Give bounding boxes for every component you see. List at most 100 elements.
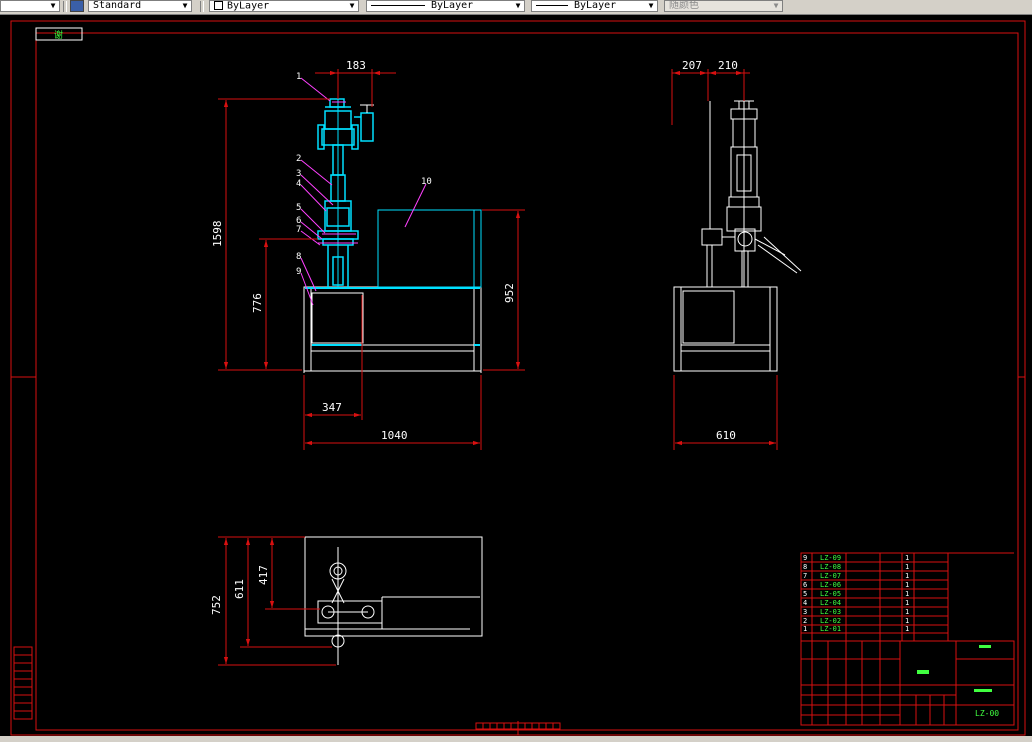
part-balloons [300, 77, 427, 306]
side-view: 207 210 610 [671, 59, 802, 450]
bom-row-qty: 1 [905, 599, 909, 607]
bom-row-qty: 1 [905, 590, 909, 598]
dim-1040: 1040 [381, 429, 408, 442]
balloon-4: 4 [296, 179, 301, 189]
lineweight-value: ByLayer [574, 0, 617, 11]
status-strip [0, 736, 1032, 742]
bom-row: 3 LZ-03 1 [803, 608, 909, 616]
dim-210: 210 [718, 59, 738, 72]
text-style-icon[interactable] [70, 0, 84, 12]
bom-row-no: 8 [803, 563, 807, 571]
side-column [701, 100, 802, 287]
text-style-value: Standard [93, 0, 142, 11]
bom-row-code: LZ-02 [820, 617, 841, 625]
dim-183: 183 [346, 59, 366, 72]
balloon-10: 10 [421, 177, 432, 187]
dim-752: 752 [210, 595, 223, 615]
properties-toolbar: ▼ Standard ▼ ByLayer ▼ ByLayer ▼ ByLayer… [0, 0, 1032, 15]
dim-610: 610 [716, 429, 736, 442]
linetype-preview [371, 4, 425, 6]
part-balloon-numbers: 1 2 3 4 5 6 7 8 9 10 [296, 72, 432, 277]
side-dimension-lines [671, 69, 778, 450]
balloon-8: 8 [296, 252, 301, 262]
balloon-7: 7 [296, 225, 301, 235]
drawing-number: LZ-00 [975, 709, 999, 718]
balloon-1: 1 [296, 72, 301, 82]
top-view: 752 611 417 [210, 536, 483, 666]
bom-row: 7 LZ-07 1 [803, 572, 909, 580]
balloon-2: 2 [296, 154, 301, 164]
front-dimension-lines [218, 69, 525, 450]
balloon-9: 9 [296, 267, 301, 277]
front-view: 1 2 3 4 5 6 7 8 9 10 183 1598 776 952 34… [211, 59, 525, 450]
bom-row-qty: 1 [905, 581, 909, 589]
prev-control[interactable]: ▼ [0, 0, 60, 12]
bom-row: 4 LZ-04 1 [803, 599, 909, 607]
bom-row: 2 LZ-02 1 [803, 617, 909, 625]
tank-part [377, 209, 482, 288]
bom-row-qty: 1 [905, 563, 909, 571]
color-swatch-icon [214, 1, 223, 10]
bom-row-qty: 1 [905, 554, 909, 562]
dim-207: 207 [682, 59, 702, 72]
margin-revision-boxes [13, 646, 33, 720]
chevron-down-icon: ▼ [648, 1, 654, 10]
bom-row-code: LZ-06 [820, 581, 841, 589]
front-dimension-text: 183 1598 776 952 347 1040 [211, 59, 516, 442]
bom-row-code: LZ-09 [820, 554, 841, 562]
bom-row-code: LZ-01 [820, 625, 841, 633]
linetype-value: ByLayer [431, 0, 474, 11]
layer-color-value: ByLayer [227, 0, 270, 12]
cad-drawing: 谢 1 2 3 4 5 6 7 8 9 10 183 1598 776 952 … [10, 20, 1026, 736]
dim-417: 417 [257, 565, 270, 585]
bom-row-no: 6 [803, 581, 807, 589]
bom-rows: 9 LZ-09 1 8 LZ-08 1 7 LZ-07 1 6 LZ-06 1 … [803, 554, 909, 633]
plotstyle-select[interactable]: 随颜色 ▼ [664, 0, 783, 12]
bom-row-code: LZ-05 [820, 590, 841, 598]
chevron-down-icon: ▼ [515, 1, 521, 10]
balloon-5: 5 [296, 203, 301, 213]
balloon-3: 3 [296, 169, 301, 179]
bom-row-code: LZ-07 [820, 572, 841, 580]
bom-row-no: 2 [803, 617, 807, 625]
chevron-down-icon: ▼ [773, 1, 779, 10]
bom-row-code: LZ-08 [820, 563, 841, 571]
bom-row-no: 9 [803, 554, 807, 562]
dim-347: 347 [322, 401, 342, 414]
bom-row-qty: 1 [905, 608, 909, 616]
lineweight-preview [536, 4, 568, 6]
bom-row-no: 1 [803, 625, 807, 633]
top-dimension-text: 752 611 417 [210, 565, 270, 615]
linetype-select[interactable]: ByLayer ▼ [366, 0, 525, 12]
filling-head-assembly [317, 98, 374, 287]
bom-row-qty: 1 [905, 572, 909, 580]
bom-row-code: LZ-03 [820, 608, 841, 616]
text-style-select[interactable]: Standard ▼ [88, 0, 192, 12]
toolbar-separator [200, 1, 204, 12]
bom-row: 5 LZ-05 1 [803, 590, 909, 598]
bom-row: 9 LZ-09 1 [803, 554, 909, 562]
bom-table: 9 LZ-09 1 8 LZ-08 1 7 LZ-07 1 6 LZ-06 1 … [800, 552, 1014, 642]
dim-1598: 1598 [211, 221, 224, 248]
bom-row: 1 LZ-01 1 [803, 625, 909, 633]
bom-row-no: 7 [803, 572, 807, 580]
drawing-canvas[interactable]: 谢 1 2 3 4 5 6 7 8 9 10 183 1598 776 952 … [0, 15, 1032, 742]
bom-row-no: 4 [803, 599, 807, 607]
bom-row-no: 5 [803, 590, 807, 598]
bom-row-code: LZ-04 [820, 599, 841, 607]
front-table-rails [305, 287, 480, 346]
side-table [673, 286, 778, 372]
bom-row: 6 LZ-06 1 [803, 581, 909, 589]
plotstyle-value: 随颜色 [669, 0, 699, 11]
dim-611: 611 [233, 579, 246, 599]
corner-tag: 谢 [35, 27, 83, 41]
toolbar-separator [63, 1, 67, 12]
bom-row-qty: 1 [905, 625, 909, 633]
layer-color-select[interactable]: ByLayer ▼ [209, 0, 359, 12]
chevron-down-icon: ▼ [182, 1, 188, 10]
chevron-down-icon: ▼ [349, 1, 355, 10]
drawing-frame [10, 20, 1026, 736]
chevron-down-icon: ▼ [50, 1, 56, 10]
bom-row-qty: 1 [905, 617, 909, 625]
lineweight-select[interactable]: ByLayer ▼ [531, 0, 658, 12]
